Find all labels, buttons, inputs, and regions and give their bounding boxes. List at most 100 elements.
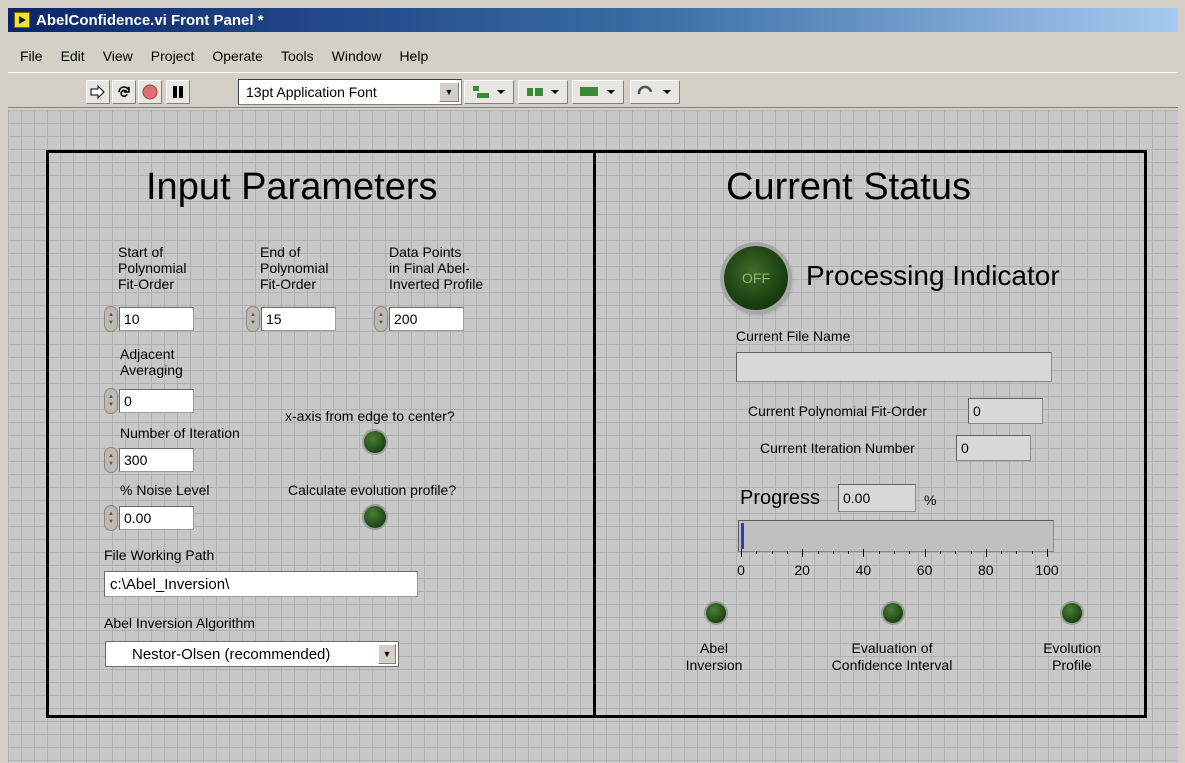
progress-unit: % [924,492,937,508]
noise-level-field[interactable]: 0.00 [119,506,194,530]
scale-tick [955,551,957,554]
abel-inversion-label: Abel Inversion [685,640,743,673]
increment-decrement-icon[interactable]: ▲ ▼ [104,505,118,531]
start-fit-order-field[interactable]: 10 [119,307,194,331]
processing-indicator-label: Processing Indicator [806,260,1060,291]
menu-project[interactable]: Project [141,48,203,64]
toolbar: 13pt Application Font ▼ [8,72,1178,108]
iterations-field[interactable]: 300 [119,448,194,472]
evolution-profile-toggle[interactable] [364,506,386,528]
current-fit-order-display: 0 [968,398,1043,424]
menu-operate[interactable]: Operate [202,48,271,64]
font-selector[interactable]: 13pt Application Font ▼ [238,79,462,105]
scale-tick [863,549,865,557]
align-objects-button[interactable] [464,80,514,104]
resize-objects-button[interactable] [572,80,624,104]
scale-tick [817,551,819,554]
resize-objects-icon [580,87,615,96]
menu-file[interactable]: File [8,48,51,64]
distribute-objects-icon [527,88,559,96]
iterations-control[interactable]: ▲ ▼ 300 [104,447,194,473]
increment-decrement-icon[interactable]: ▲ ▼ [246,306,260,332]
progress-value-display: 0.00 [838,484,916,512]
scale-tick [741,549,742,557]
start-fit-order-control[interactable]: ▲ ▼ 10 [104,306,194,332]
current-fit-order-label: Current Polynomial Fit-Order [748,403,927,419]
pause-button[interactable] [166,80,190,104]
increment-decrement-icon[interactable]: ▲ ▼ [374,306,388,332]
align-objects-icon [473,86,505,98]
abort-icon [142,84,158,100]
current-iteration-label: Current Iteration Number [760,440,915,456]
scale-tick [924,549,926,557]
scale-tick [802,549,804,557]
scale-tick [771,551,773,554]
input-parameters-title: Input Parameters [146,166,438,208]
run-button[interactable] [86,80,110,104]
algorithm-select[interactable]: Nestor-Olsen (recommended) ▼ [105,641,399,667]
scale-tick [832,551,834,554]
algorithm-select-value: Nestor-Olsen (recommended) [132,645,331,663]
scale-tick-label: 80 [978,562,994,578]
progress-bar [738,520,1054,552]
title-bar: AbelConfidence.vi Front Panel * [8,8,1178,32]
increment-decrement-icon[interactable]: ▲ ▼ [104,447,118,473]
font-selector-value: 13pt Application Font [246,84,377,100]
menu-help[interactable]: Help [389,48,436,64]
increment-decrement-icon[interactable]: ▲ ▼ [104,306,118,332]
scale-tick [1047,549,1048,557]
end-fit-order-label: End of Polynomial Fit-Order [260,244,329,292]
file-path-label: File Working Path [104,547,215,563]
confidence-interval-label: Evaluation of Confidence Interval [831,640,953,673]
scale-tick [756,551,758,554]
reorder-button[interactable] [630,80,680,104]
current-file-name-label: Current File Name [736,328,851,344]
scale-tick-label: 100 [1035,562,1059,578]
adjacent-averaging-field[interactable]: 0 [119,389,194,413]
menu-view[interactable]: View [93,48,141,64]
adjacent-averaging-control[interactable]: ▲ ▼ 0 [104,388,194,414]
start-fit-order-label: Start of Polynomial Fit-Order [118,244,187,292]
increment-decrement-icon[interactable]: ▲ ▼ [104,388,118,414]
scale-tick [1031,551,1033,554]
evolution-profile-led [1062,603,1082,623]
panel-divider [593,150,596,718]
scale-tick [878,551,880,554]
x-axis-direction-toggle[interactable] [364,431,386,453]
processing-indicator-led: OFF [724,246,788,310]
end-fit-order-control[interactable]: ▲ ▼ 15 [246,306,336,332]
menu-tools[interactable]: Tools [271,48,322,64]
data-points-label: Data Points in Final Abel- Inverted Prof… [389,244,484,292]
run-continuously-icon [118,86,130,98]
data-points-field[interactable]: 200 [389,307,464,331]
scale-tick [970,551,972,554]
menu-bar: File Edit View Project Operate Tools Win… [8,44,1178,68]
end-fit-order-field[interactable]: 15 [261,307,336,331]
scale-tick-label: 20 [794,562,810,578]
progress-label: Progress [740,487,821,509]
current-file-name-display [736,352,1052,382]
evolution-profile-label: Calculate evolution profile? [288,482,457,498]
data-points-control[interactable]: ▲ ▼ 200 [374,306,464,332]
evolution-profile-status-label: Evolution Profile [1043,640,1101,673]
run-arrow-icon [90,85,105,99]
scale-tick [985,549,987,557]
iterations-label: Number of Iteration [120,425,240,441]
distribute-objects-button[interactable] [518,80,568,104]
scale-tick-label: 60 [916,562,933,578]
abel-inversion-led [706,603,726,623]
led-off-text: OFF [742,270,770,286]
scale-tick [1001,551,1003,554]
chevron-down-icon[interactable]: ▼ [378,644,396,664]
run-continuously-button[interactable] [112,80,136,104]
menu-window[interactable]: Window [322,48,390,64]
file-path-input[interactable]: c:\Abel_Inversion\ [104,571,418,597]
confidence-interval-led [883,603,903,623]
chevron-down-icon[interactable]: ▼ [439,82,459,102]
noise-level-control[interactable]: ▲ ▼ 0.00 [104,505,194,531]
menu-edit[interactable]: Edit [51,48,93,64]
labview-vi-icon [14,12,30,28]
reorder-icon [637,85,671,95]
current-iteration-display: 0 [956,435,1031,461]
abort-button[interactable] [138,80,162,104]
